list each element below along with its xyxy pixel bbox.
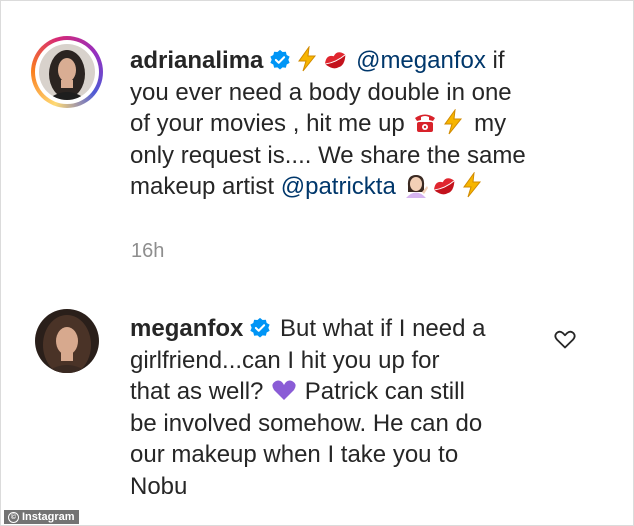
comment-adrianalima: adrianalima @meganfox if you ever need a… <box>130 45 590 203</box>
comment-line: only request is.... We share the same <box>130 141 526 169</box>
kiss-mark-emoji <box>325 52 346 69</box>
heart-outline-icon[interactable] <box>553 327 577 351</box>
comment-line: girlfriend...can I hit you up for <box>130 346 440 374</box>
username-link[interactable]: meganfox <box>130 315 243 342</box>
verified-badge-icon <box>270 49 291 70</box>
comment-line: be involved somehow. He can do <box>130 409 483 437</box>
mention-link[interactable]: @meganfox <box>356 47 486 74</box>
comment-timestamp[interactable]: 16h <box>131 240 164 263</box>
username-link[interactable]: adrianalima <box>130 47 263 74</box>
kiss-mark-emoji <box>434 178 455 195</box>
comment-line: our makeup when I take you to <box>130 441 459 468</box>
comment-line: Nobu <box>130 472 188 500</box>
high-voltage-emoji <box>463 172 482 198</box>
woman-tipping-hand-emoji <box>406 175 429 198</box>
mention-link[interactable]: @patrickta <box>281 173 396 200</box>
copyright-icon: © <box>8 511 19 523</box>
avatar-meganfox[interactable] <box>35 309 99 373</box>
high-voltage-emoji <box>444 109 463 135</box>
verified-badge-icon <box>250 317 270 338</box>
comment-meganfox: meganfox But what if I need a girlfriend… <box>130 313 550 502</box>
telephone-emoji <box>415 114 436 132</box>
comment-line: you ever need a body double in one <box>130 78 512 106</box>
avatar-adrianalima[interactable] <box>39 44 95 100</box>
purple-heart-emoji <box>272 380 296 400</box>
photo-credit: © Instagram <box>4 510 79 524</box>
high-voltage-emoji <box>298 46 317 72</box>
